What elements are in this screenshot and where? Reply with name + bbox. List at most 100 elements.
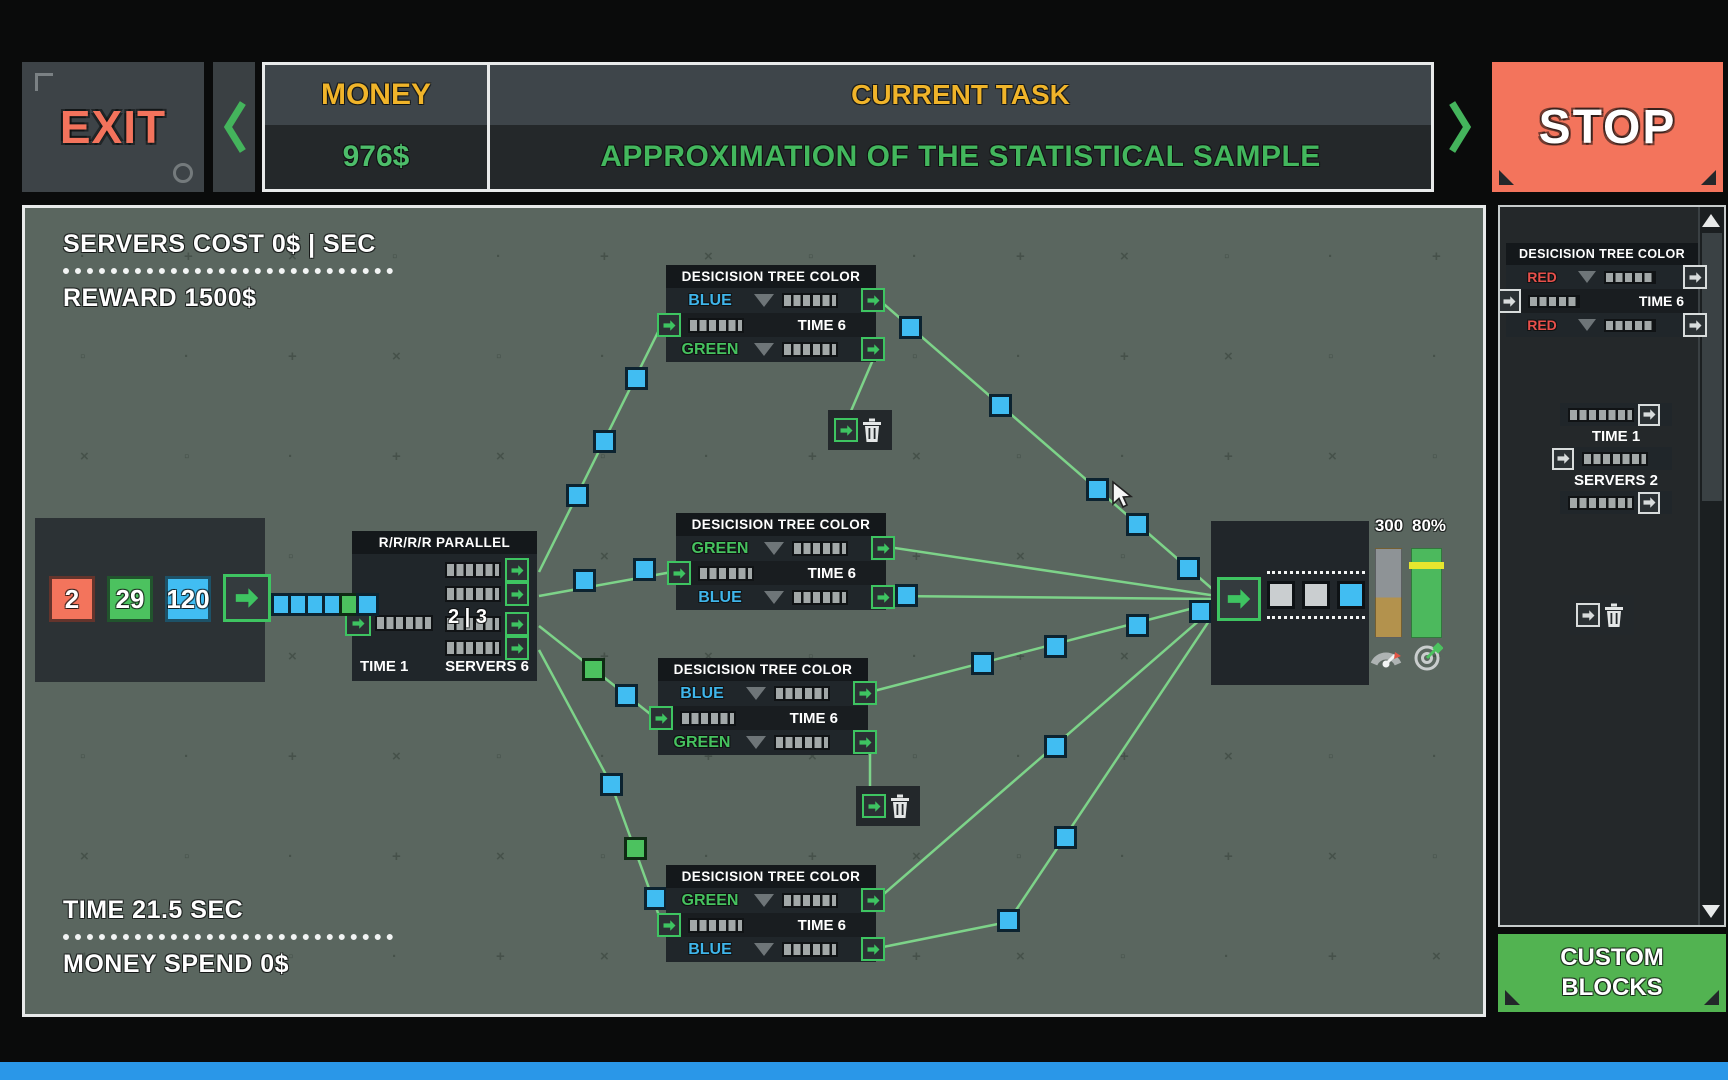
sidebar-parallel-block[interactable]: TIME 1 SERVERS 2: [1560, 403, 1672, 514]
dropdown-icon[interactable]: [764, 542, 784, 555]
parallel-node[interactable]: R/R/R/R PARALLEL 2 | 3 TIME 1 SERVERS 6: [352, 531, 537, 681]
previous-task-button[interactable]: [213, 62, 255, 192]
chain-packet-blue: [356, 593, 379, 616]
output-row: [445, 636, 529, 660]
output-row: RED: [1506, 265, 1698, 289]
blocks-sidebar: DESICISION TREE COLOR RED TIME 6 RED: [1498, 205, 1726, 927]
sidebar-decision-tree-block[interactable]: DESICISION TREE COLOR RED TIME 6 RED: [1506, 243, 1698, 337]
output-port[interactable]: [861, 288, 885, 312]
data-sample-red: 2: [49, 576, 95, 622]
stop-label: STOP: [1539, 100, 1677, 155]
data-packet-blue: [1177, 557, 1200, 580]
node-title: DESICISION TREE COLOR: [666, 265, 876, 288]
time-info: TIME 21.5 SEC MONEY SPEND 0$: [63, 896, 393, 979]
dropdown-icon[interactable]: [746, 687, 766, 700]
exit-button[interactable]: EXIT: [22, 62, 204, 192]
progress-bar: [782, 942, 838, 957]
output-port[interactable]: [853, 730, 877, 754]
next-task-button[interactable]: [1440, 62, 1482, 192]
input-output-port[interactable]: [223, 574, 271, 622]
output-node[interactable]: [1211, 521, 1369, 685]
schematic-canvas[interactable]: ·+×▫·+×▫·+×▫·+▫·+×▫·+×▫·+×▫·×▫·+×▫·+×▫·+…: [22, 205, 1486, 1017]
input-port[interactable]: [834, 418, 858, 442]
node-title: DESICISION TREE COLOR: [666, 865, 876, 888]
output-port[interactable]: [861, 937, 885, 961]
output-row: GREEN: [658, 730, 868, 755]
scroll-up-icon[interactable]: [1702, 214, 1720, 227]
input-port[interactable]: [1498, 289, 1521, 313]
decision-tree-node[interactable]: DESICISION TREE COLOR GREEN TIME 6 BLUE: [666, 865, 876, 962]
dropdown-icon[interactable]: [754, 943, 774, 956]
dropdown-icon[interactable]: [754, 343, 774, 356]
scroll-down-icon[interactable]: [1702, 905, 1720, 918]
output-port[interactable]: [1683, 313, 1707, 337]
custom-blocks-button[interactable]: CUSTOM BLOCKS: [1498, 934, 1726, 1012]
data-packet-blue: [644, 887, 667, 910]
input-port[interactable]: [1576, 603, 1600, 627]
input-port[interactable]: [862, 794, 886, 818]
output-port[interactable]: [1683, 265, 1707, 289]
output-port[interactable]: [861, 888, 885, 912]
trash-node[interactable]: [828, 410, 892, 450]
input-port[interactable]: [657, 313, 681, 337]
output-row: GREEN: [676, 536, 886, 561]
output-port[interactable]: [505, 558, 529, 582]
output-port[interactable]: [861, 337, 885, 361]
output-port[interactable]: [505, 582, 529, 606]
result-slots: [1267, 571, 1365, 619]
output-row: [1560, 491, 1672, 514]
output-port[interactable]: [1638, 404, 1660, 426]
time-text: TIME 21.5 SEC: [63, 896, 393, 925]
node-title: DESICISION TREE COLOR: [1506, 243, 1698, 265]
progress-bar: [688, 918, 744, 933]
data-packet-blue: [566, 484, 589, 507]
dropdown-icon[interactable]: [764, 591, 784, 604]
current-task-panel: CURRENT TASK APPROXIMATION OF THE STATIS…: [490, 65, 1431, 189]
progress-bar: [698, 566, 754, 581]
sidebar-trash-block[interactable]: [1570, 595, 1634, 635]
data-packet-blue: [615, 684, 638, 707]
accuracy-meter: [1411, 548, 1442, 638]
input-port[interactable]: [1217, 577, 1261, 621]
dropdown-icon[interactable]: [746, 736, 766, 749]
corner-triangle: [1505, 990, 1520, 1005]
dropdown-icon[interactable]: [754, 294, 774, 307]
dropdown-icon[interactable]: [1578, 319, 1596, 331]
input-port[interactable]: [649, 706, 673, 730]
input-node[interactable]: 2 29 120: [35, 518, 265, 682]
decision-tree-node[interactable]: DESICISION TREE COLOR BLUE TIME 6 GREEN: [666, 265, 876, 362]
output-port[interactable]: [871, 585, 895, 609]
trash-icon: [889, 793, 911, 819]
stop-button[interactable]: STOP: [1492, 62, 1723, 192]
data-packet-blue: [997, 909, 1020, 932]
output-port[interactable]: [505, 636, 529, 660]
dropdown-icon[interactable]: [754, 894, 774, 907]
progress-bar: [680, 711, 736, 726]
data-packet-blue: [593, 430, 616, 453]
dropdown-icon[interactable]: [1578, 271, 1596, 283]
data-packet-blue: [1126, 513, 1149, 536]
output-port[interactable]: [505, 612, 529, 636]
output-port[interactable]: [853, 681, 877, 705]
input-port[interactable]: [1552, 448, 1574, 470]
output-port[interactable]: [1638, 492, 1660, 514]
progress-bar: [1604, 319, 1656, 332]
decision-tree-node[interactable]: DESICISION TREE COLOR BLUE TIME 6 GREEN: [658, 658, 868, 755]
output-row: BLUE: [666, 288, 876, 313]
money-spend-text: MONEY SPEND 0$: [63, 950, 393, 979]
dotted-separator: [63, 268, 393, 274]
trash-node[interactable]: [856, 786, 920, 826]
corner-triangle: [1701, 170, 1716, 185]
input-port[interactable]: [667, 561, 691, 585]
progress-bar: [774, 735, 830, 750]
data-packet-blue: [1086, 478, 1109, 501]
decision-tree-node[interactable]: DESICISION TREE COLOR GREEN TIME 6 BLUE: [676, 513, 886, 610]
data-packet-blue: [600, 773, 623, 796]
output-port[interactable]: [871, 536, 895, 560]
accuracy-target-mark: [1409, 562, 1443, 569]
chevron-left-icon: [219, 101, 249, 153]
output-row: GREEN: [666, 888, 876, 913]
color-option-label: GREEN: [666, 892, 754, 910]
connection-edge: [878, 609, 1217, 948]
input-port[interactable]: [657, 913, 681, 937]
